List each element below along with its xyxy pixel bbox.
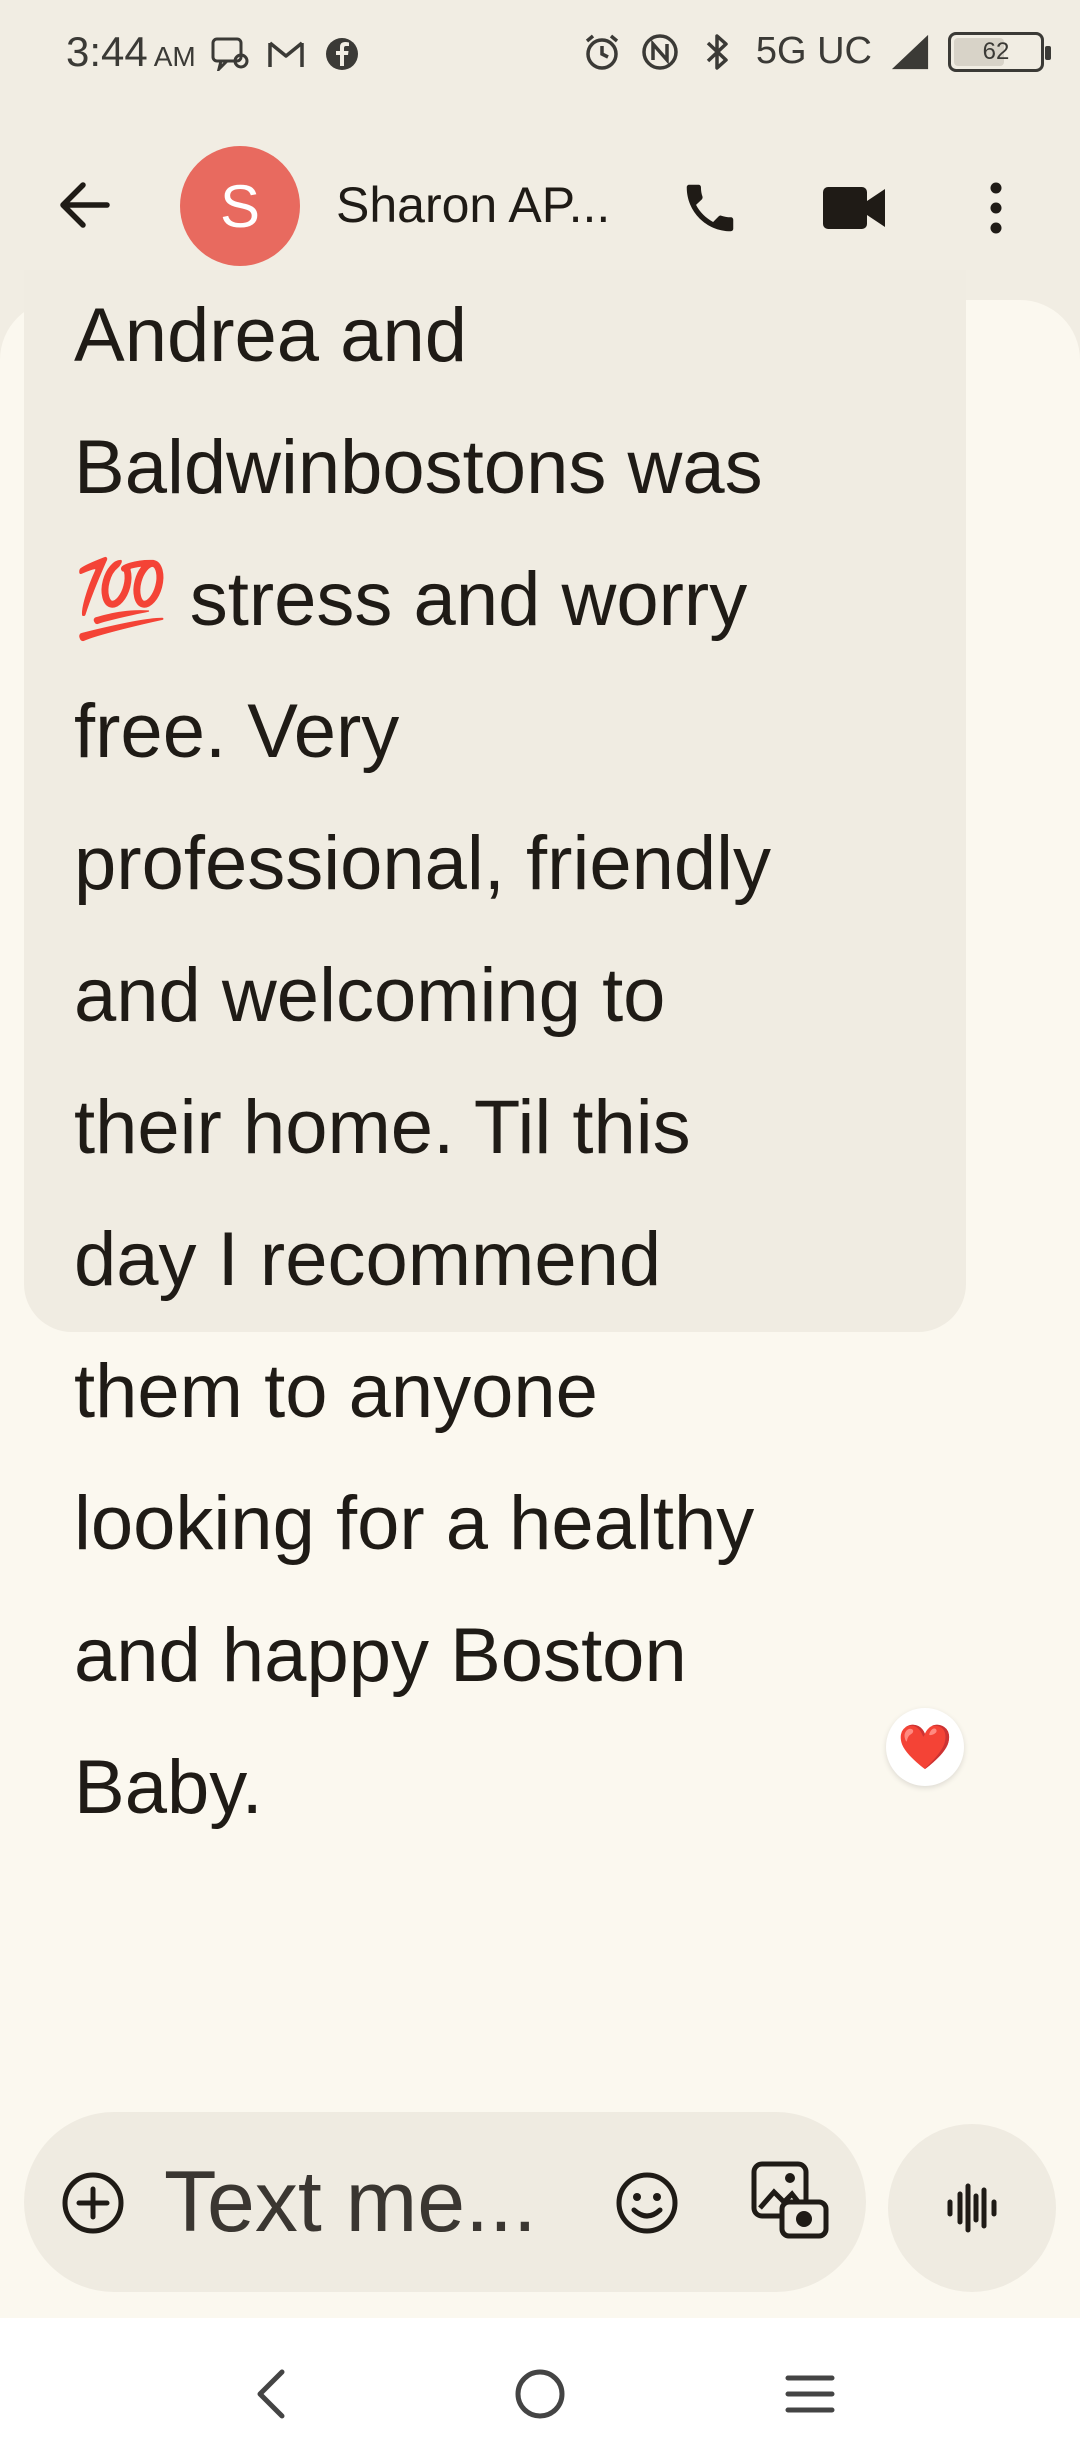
- system-nav-bar: [0, 2318, 1080, 2460]
- status-right: 5G UC 62: [582, 30, 1051, 73]
- conversation-header: S Sharon AP...: [0, 130, 1080, 280]
- nav-back-button[interactable]: [230, 2354, 310, 2434]
- battery-icon: 62: [948, 31, 1051, 72]
- notification-icons: [210, 34, 362, 74]
- status-time: 3:44 AM: [66, 28, 196, 75]
- plus-circle-icon[interactable]: [58, 2168, 128, 2238]
- chat-notification-icon: [210, 34, 250, 74]
- network-type: 5G UC: [755, 30, 872, 72]
- status-ampm: AM: [153, 41, 196, 72]
- waveform-icon: [947, 2183, 997, 2233]
- nav-home-button[interactable]: [500, 2354, 580, 2434]
- nav-recents-button[interactable]: [770, 2354, 850, 2434]
- gallery-icon[interactable]: [750, 2160, 830, 2240]
- heart-reaction-icon[interactable]: ❤️: [886, 1708, 964, 1786]
- status-bar: 3:44 AM 5G UC 62: [0, 0, 1080, 110]
- signal-icon: [890, 32, 930, 72]
- more-options-button[interactable]: [966, 170, 1026, 246]
- message-bubble[interactable]: Andrea and Baldwinbostons was 💯 stress a…: [24, 270, 966, 1830]
- bluetooth-icon: [698, 32, 738, 72]
- message-input[interactable]: [164, 2152, 584, 2252]
- nfc-icon: [640, 32, 680, 72]
- gmail-icon: [266, 34, 306, 74]
- facebook-icon: [322, 34, 362, 74]
- video-call-button[interactable]: [816, 170, 892, 246]
- avatar[interactable]: S: [180, 146, 300, 266]
- contact-name[interactable]: Sharon AP...: [336, 176, 610, 234]
- menu-icon: [785, 2375, 835, 2413]
- video-camera-icon: [823, 187, 885, 229]
- compose-bar: [24, 2112, 866, 2292]
- chevron-left-icon: [257, 2369, 285, 2419]
- call-button[interactable]: [672, 170, 748, 246]
- voice-message-button[interactable]: [888, 2124, 1056, 2292]
- message-text: Andrea and Baldwinbostons was 💯 stress a…: [74, 293, 772, 1830]
- arrow-left-icon: [60, 182, 110, 228]
- alarm-icon: [582, 32, 622, 72]
- circle-home-icon: [515, 2369, 565, 2419]
- more-vert-icon: [990, 182, 1002, 234]
- back-button[interactable]: [50, 170, 120, 240]
- battery-level: 62: [982, 37, 1010, 65]
- phone-icon: [686, 184, 734, 232]
- emoji-icon[interactable]: [612, 2168, 682, 2238]
- conversation-area[interactable]: Andrea and Baldwinbostons was 💯 stress a…: [0, 270, 1080, 2320]
